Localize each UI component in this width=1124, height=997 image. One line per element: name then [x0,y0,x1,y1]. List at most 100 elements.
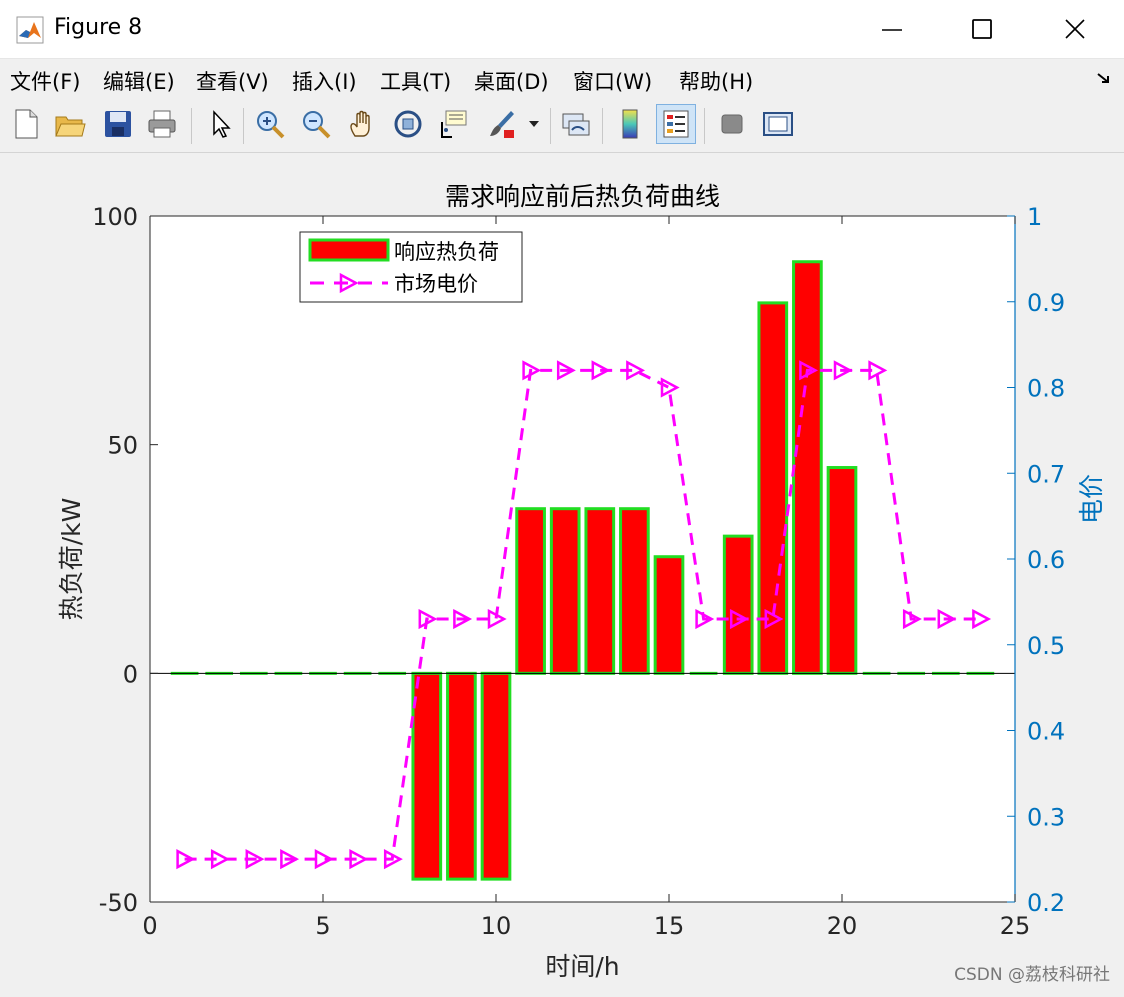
y-tick-label-left: 50 [107,432,138,460]
y-tick-label-right: 0.6 [1027,546,1065,574]
window-title: Figure 8 [54,15,143,40]
x-tick-label: 15 [654,912,685,940]
window-titlebar: Figure 8 [0,0,1124,59]
y-tick-label-right: 0.7 [1027,460,1065,488]
select-arrow-icon [213,110,231,138]
menu-insert[interactable]: 插入(I) [292,66,357,96]
y-axis-label-left: 热负荷/kW [57,498,86,621]
link-plot-icon [562,113,590,136]
matlab-logo-icon [16,16,44,44]
toolbar-separator [191,108,192,144]
zoom-out-icon [303,111,331,139]
toolbar-separator [550,108,551,144]
menu-window[interactable]: 窗口(W) [573,66,652,96]
zoom-in-button[interactable] [250,104,290,144]
maximize-button[interactable] [950,4,1014,54]
minimize-icon [882,29,902,31]
y-tick-label-right: 0.8 [1027,375,1065,403]
y-tick-label-right: 0.9 [1027,289,1065,317]
x-tick-label: 0 [142,912,157,940]
figure-canvas: 0 5 10 15 20 25 -50 0 50 100 0.2 0.3 0.4 0.5 0.6 0.7 0.8… [2,153,1122,993]
save-icon [105,111,131,137]
bar [411,671,443,881]
x-tick-label: 25 [1000,912,1031,940]
bar [446,671,477,881]
close-button[interactable] [1043,4,1107,54]
menu-tools[interactable]: 工具(T) [380,66,451,96]
menu-edit[interactable]: 编辑(E) [103,66,175,96]
y-tick-label-left: 100 [92,203,138,231]
colorbar-button[interactable] [610,104,650,144]
figure-toolbar [0,100,1124,153]
bar [792,260,823,675]
toolbar-separator [704,108,705,144]
menu-help[interactable]: 帮助(H) [679,66,753,96]
print-icon [148,110,176,138]
data-cursor-button[interactable] [434,104,474,144]
y-tick-label-right: 0.4 [1027,718,1065,746]
chevron-down-icon [529,121,539,127]
pan-button[interactable] [342,104,382,144]
x-axis-label: 时间/h [545,952,619,981]
bar [653,555,685,675]
menu-file[interactable]: 文件(F) [10,66,80,96]
y-tick-label-right: 0.2 [1027,889,1065,917]
y-tick-label-left: -50 [99,889,138,917]
maximize-icon [972,19,992,39]
zoom-out-button[interactable] [296,104,336,144]
x-tick-label: 10 [481,912,512,940]
chart-title: 需求响应前后热负荷曲线 [445,182,720,211]
new-figure-icon [15,109,38,139]
brush-dropdown-button[interactable] [522,104,546,144]
menu-desktop[interactable]: 桌面(D) [474,66,549,96]
minimize-button[interactable] [860,4,924,54]
y-tick-label-right: 0.5 [1027,632,1065,660]
rotate-3d-button[interactable] [388,104,428,144]
hide-plot-tools-button[interactable] [712,104,752,144]
bar [826,466,858,675]
zoom-in-icon [257,111,285,139]
link-plot-button[interactable] [556,104,596,144]
show-plot-tools-icon [763,112,793,136]
menu-view[interactable]: 查看(V) [196,66,269,96]
legend-bar-swatch [308,238,390,262]
y-tick-label-left: 0 [123,660,138,688]
bar [584,507,616,675]
bar [480,671,512,881]
dock-arrow-icon[interactable] [1096,70,1112,86]
select-arrow-button[interactable] [200,104,240,144]
y-tick-label-right: 1 [1027,203,1042,231]
colorbar-icon [622,109,638,139]
open-file-icon [55,116,86,137]
print-button[interactable] [142,104,182,144]
bar [619,507,650,675]
legend-label-line: 市场电价 [394,272,478,296]
data-cursor-icon [441,110,467,138]
y-tick-label-right: 0.3 [1027,803,1065,831]
toolbar-separator [602,108,603,144]
new-figure-button[interactable] [6,104,46,144]
show-plot-tools-button[interactable] [758,104,798,144]
hide-plot-tools-icon [721,114,743,134]
save-button[interactable] [98,104,138,144]
pan-hand-icon [350,110,370,137]
watermark: CSDN @荔枝科研社 [954,965,1110,985]
bar [549,507,581,675]
menu-bar: 文件(F) 编辑(E) 查看(V) 插入(I) 工具(T) 桌面(D) 窗口(W… [0,60,1124,98]
x-tick-label: 20 [827,912,858,940]
open-file-button[interactable] [50,104,90,144]
toolbar-separator [243,108,244,144]
x-tick-label: 5 [315,912,330,940]
rotate-3d-icon [394,110,422,138]
legend-button[interactable] [656,104,696,144]
close-icon [1065,19,1085,39]
brush-button[interactable] [482,104,522,144]
legend-label-bar: 响应热负荷 [394,240,499,264]
y-axis-label-right: 电价 [1077,474,1106,524]
legend-icon [663,110,689,138]
brush-icon [490,111,514,138]
chart[interactable]: 0 5 10 15 20 25-500501000.20.30.40.50.60.70.8… [2,153,1122,993]
plot-area [150,216,1015,902]
bar [722,534,754,675]
bar [515,507,546,675]
